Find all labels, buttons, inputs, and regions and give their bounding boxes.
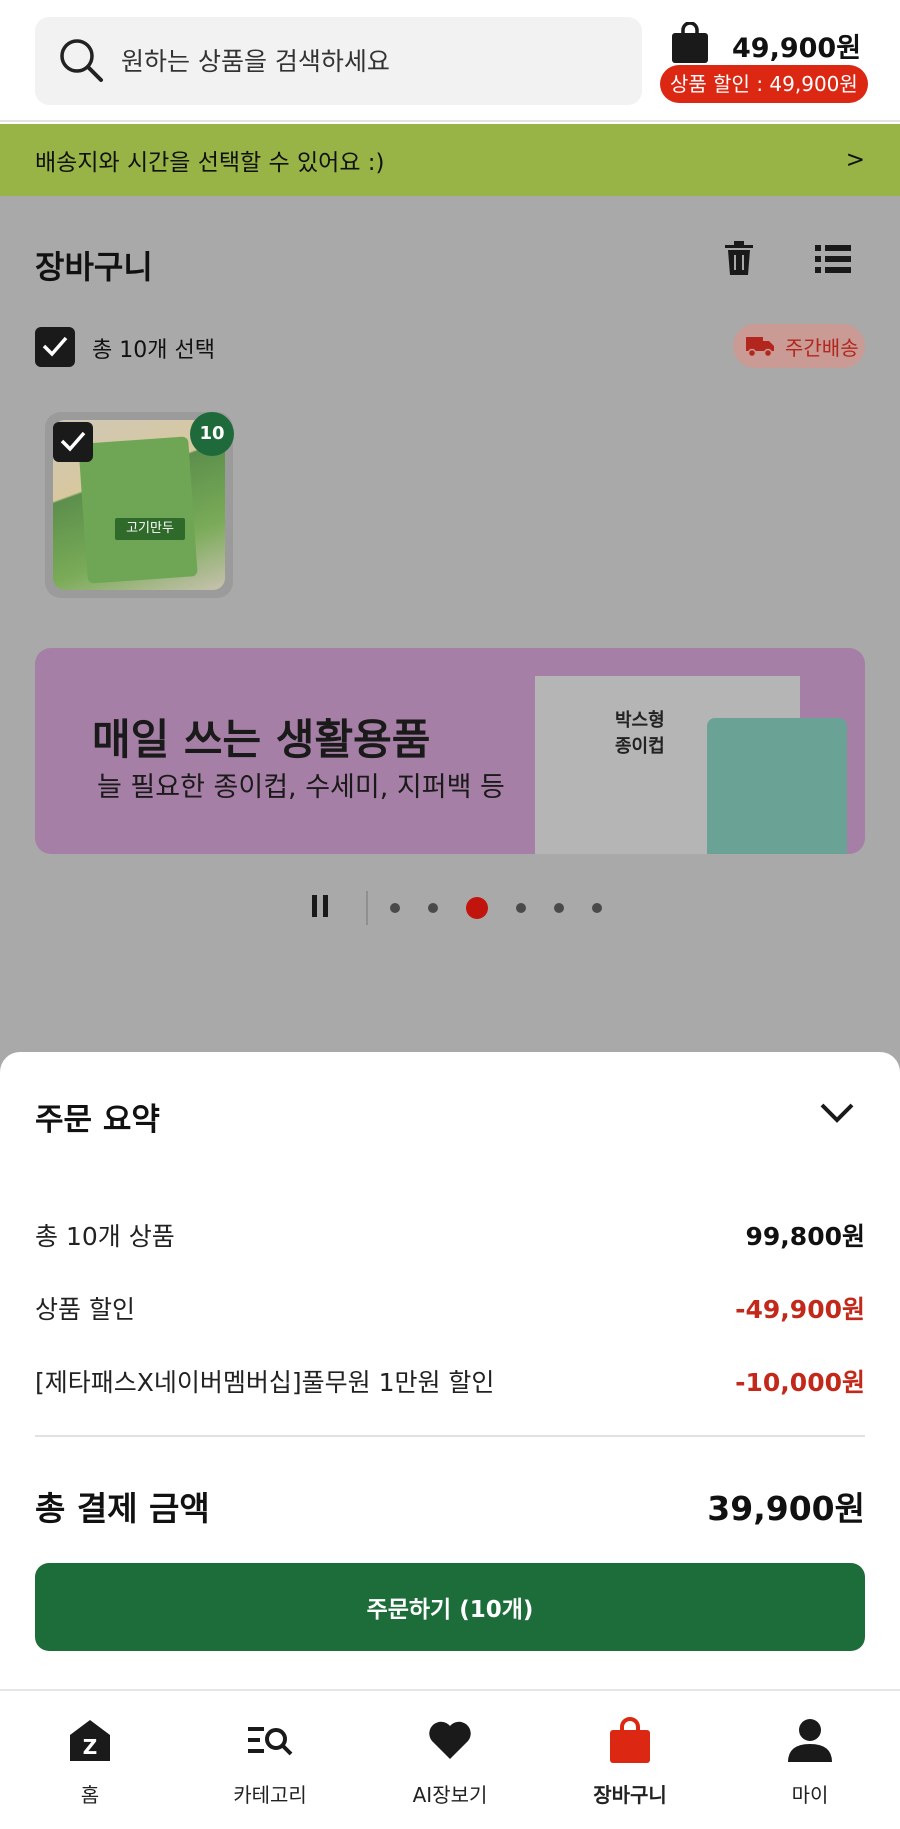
home-icon: Z	[66, 1717, 114, 1767]
summary-row-value: -49,900원	[735, 1295, 865, 1324]
tab-my[interactable]: 마이	[720, 1691, 900, 1829]
tab-label: 홈	[80, 1783, 100, 1807]
summary-row-label: 총 10개 상품	[35, 1222, 175, 1251]
chevron-down-icon[interactable]	[819, 1102, 855, 1124]
product-checkbox[interactable]	[53, 422, 93, 462]
promo-box-label: 박스형 종이컵	[615, 710, 665, 757]
promo-subline: 늘 필요한 종이컵, 수세미, 지퍼백 등	[97, 772, 505, 803]
select-all-checkbox[interactable]	[35, 327, 75, 367]
person-icon	[786, 1717, 834, 1767]
summary-row: 총 10개 상품 99,800원	[35, 1217, 865, 1253]
carousel-indicator	[310, 888, 630, 928]
carousel-dot[interactable]	[390, 903, 400, 913]
tab-home[interactable]: Z 홈	[0, 1691, 180, 1829]
total-payment-value: 39,900원	[707, 1489, 865, 1528]
svg-text:Z: Z	[83, 1735, 98, 1759]
promo-headline: 매일 쓰는 생활용품	[92, 715, 431, 764]
header-cart-total: 49,900원	[732, 33, 862, 64]
search-bar[interactable]	[35, 17, 642, 105]
shopping-bag-icon	[606, 1717, 654, 1769]
carousel-dot-active[interactable]	[466, 897, 488, 919]
scrub-sponge-image	[707, 718, 847, 854]
select-all-label: 총 10개 선택	[92, 338, 215, 363]
tab-ai-shopping[interactable]: AI장보기	[360, 1691, 540, 1829]
delivery-time-bar[interactable]: 배송지와 시간을 선택할 수 있어요 :) >	[0, 124, 900, 196]
check-icon	[42, 336, 68, 357]
search-icon	[58, 37, 104, 83]
summary-title: 주문 요약	[35, 1102, 160, 1138]
order-summary-sheet: 주문 요약 총 10개 상품 99,800원 상품 할인 -49,900원 [제…	[0, 1052, 900, 1689]
delivery-bar-text: 배송지와 시간을 선택할 수 있어요 :)	[35, 150, 385, 176]
bottom-tab-bar: Z 홈 카테고리 AI장보기 장바구니 마이	[0, 1689, 900, 1829]
heart-icon	[426, 1717, 474, 1767]
header-cart-summary[interactable]: 49,900원 상품 할인 : 49,900원	[660, 18, 870, 108]
total-payment-row: 총 결제 금액 39,900원	[35, 1482, 865, 1530]
summary-row: [제타패스X네이버멤버십]풀무원 1만원 할인 -10,000원	[35, 1363, 865, 1399]
tab-label: AI장보기	[412, 1783, 488, 1807]
tab-category[interactable]: 카테고리	[180, 1691, 360, 1829]
summary-row: 상품 할인 -49,900원	[35, 1290, 865, 1326]
summary-row-value: 99,800원	[745, 1222, 865, 1251]
tab-cart[interactable]: 장바구니	[540, 1691, 720, 1829]
tab-label: 장바구니	[593, 1783, 667, 1807]
summary-row-label: [제타패스X네이버멤버십]풀무원 1만원 할인	[35, 1368, 495, 1397]
search-input[interactable]	[121, 35, 621, 87]
trash-icon[interactable]	[723, 240, 755, 276]
quantity-badge: 10	[190, 412, 234, 456]
category-search-icon	[246, 1717, 294, 1767]
day-delivery-badge: 주간배송	[733, 324, 865, 368]
discount-badge: 상품 할인 : 49,900원	[660, 65, 868, 103]
tab-label: 마이	[791, 1783, 829, 1807]
carousel-divider	[366, 891, 368, 925]
pause-icon[interactable]	[310, 894, 330, 922]
carousel-dot[interactable]	[428, 903, 438, 913]
list-view-icon[interactable]	[815, 244, 851, 274]
summary-row-label: 상품 할인	[35, 1295, 135, 1324]
header: 49,900원 상품 할인 : 49,900원	[0, 0, 900, 122]
page-title: 장바구니	[35, 248, 153, 286]
day-delivery-label: 주간배송	[785, 335, 859, 360]
tab-label: 카테고리	[233, 1783, 307, 1807]
chevron-right-icon: >	[845, 147, 865, 173]
summary-divider	[35, 1435, 865, 1437]
product-package-label: 고기만두	[115, 518, 185, 540]
carousel-dot[interactable]	[516, 903, 526, 913]
summary-row-value: -10,000원	[735, 1368, 865, 1397]
carousel-dot[interactable]	[592, 903, 602, 913]
check-icon	[60, 431, 86, 452]
promo-banner[interactable]: 매일 쓰는 생활용품 늘 필요한 종이컵, 수세미, 지퍼백 등 박스형 종이컵	[35, 648, 865, 854]
carousel-dot[interactable]	[554, 903, 564, 913]
truck-icon	[746, 337, 774, 358]
total-payment-label: 총 결제 금액	[35, 1489, 210, 1528]
shopping-bag-icon	[670, 22, 710, 64]
order-button[interactable]: 주문하기 (10개)	[35, 1563, 865, 1651]
